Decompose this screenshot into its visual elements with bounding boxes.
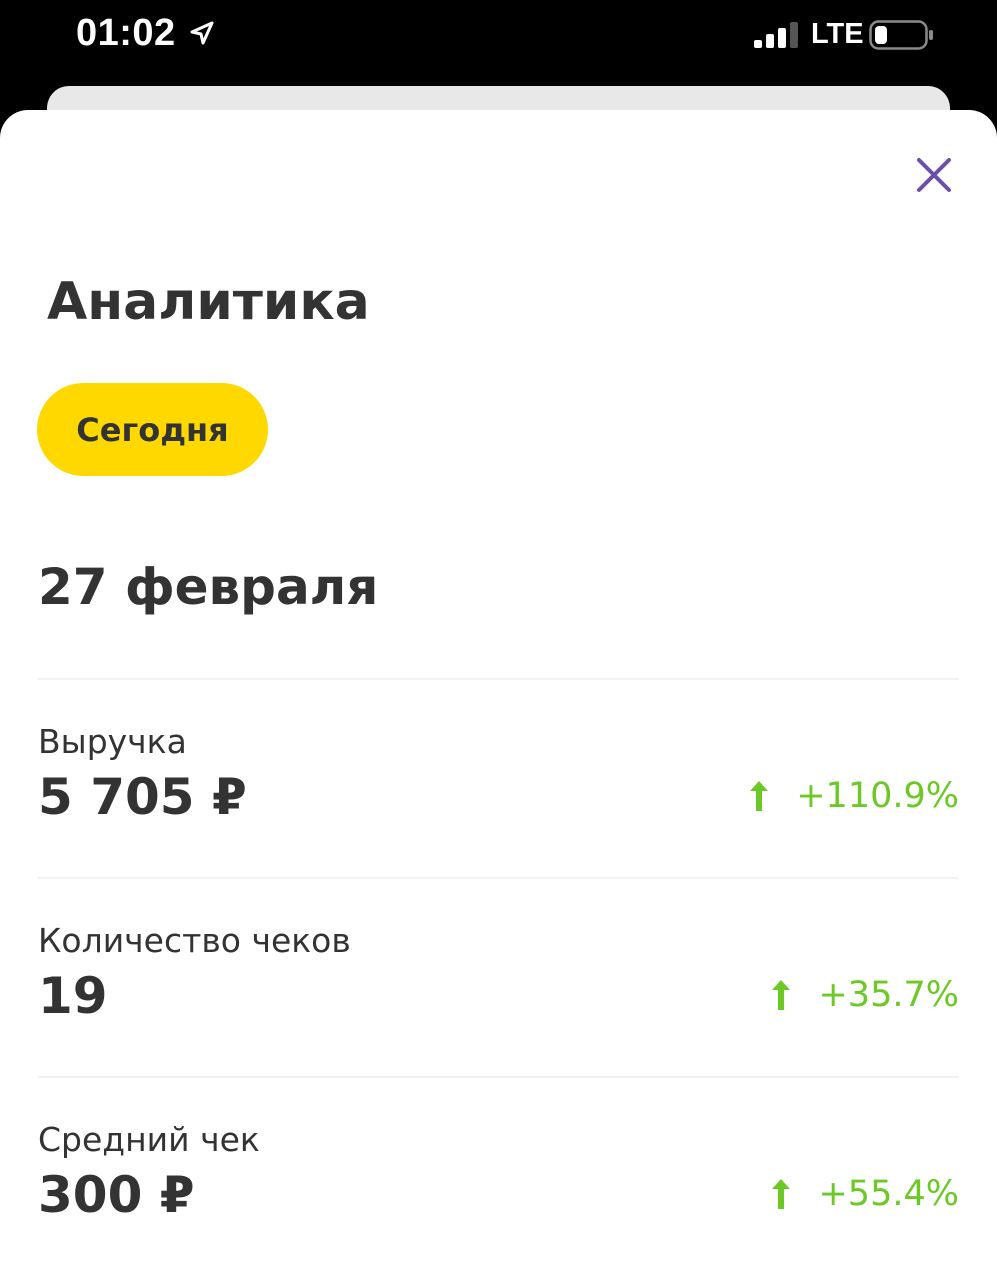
- location-arrow-icon: [190, 21, 214, 45]
- arrow-up-icon: [750, 781, 769, 811]
- metric-change: +110.9%: [748, 776, 959, 816]
- divider: [38, 877, 959, 879]
- date-heading: 27 февраля: [38, 558, 379, 616]
- metric-change-value: +35.7%: [818, 975, 959, 1015]
- status-time: 01:02: [76, 12, 176, 54]
- arrow-up-icon: [772, 1179, 791, 1209]
- arrow-up-icon: [772, 980, 791, 1010]
- close-button[interactable]: [906, 148, 962, 204]
- metric-label: Выручка: [38, 722, 187, 761]
- metric-value: 300 ₽: [38, 1166, 195, 1224]
- network-label: LTE: [811, 18, 864, 50]
- status-bar: 01:02 LTE: [0, 0, 997, 90]
- metric-revenue: Выручка 5 705 ₽ +110.9%: [38, 722, 959, 852]
- metric-label: Количество чеков: [38, 921, 351, 960]
- metric-value: 5 705 ₽: [38, 768, 247, 826]
- divider: [38, 678, 959, 680]
- signal-icon: [754, 22, 798, 48]
- metric-average-receipt: Средний чек 300 ₽ +55.4%: [38, 1120, 959, 1250]
- battery-icon: [869, 20, 933, 50]
- metric-change: +35.7%: [770, 975, 959, 1015]
- close-icon: [917, 158, 951, 192]
- page-title: Аналитика: [47, 272, 370, 332]
- divider: [38, 1076, 959, 1078]
- metric-change: +55.4%: [770, 1174, 959, 1214]
- metric-change-value: +55.4%: [818, 1174, 959, 1214]
- metric-change-value: +110.9%: [796, 776, 959, 816]
- metric-receipts-count: Количество чеков 19 +35.7%: [38, 921, 959, 1051]
- period-today-button[interactable]: Сегодня: [37, 383, 268, 476]
- metric-label: Средний чек: [38, 1120, 260, 1159]
- metric-value: 19: [38, 967, 108, 1025]
